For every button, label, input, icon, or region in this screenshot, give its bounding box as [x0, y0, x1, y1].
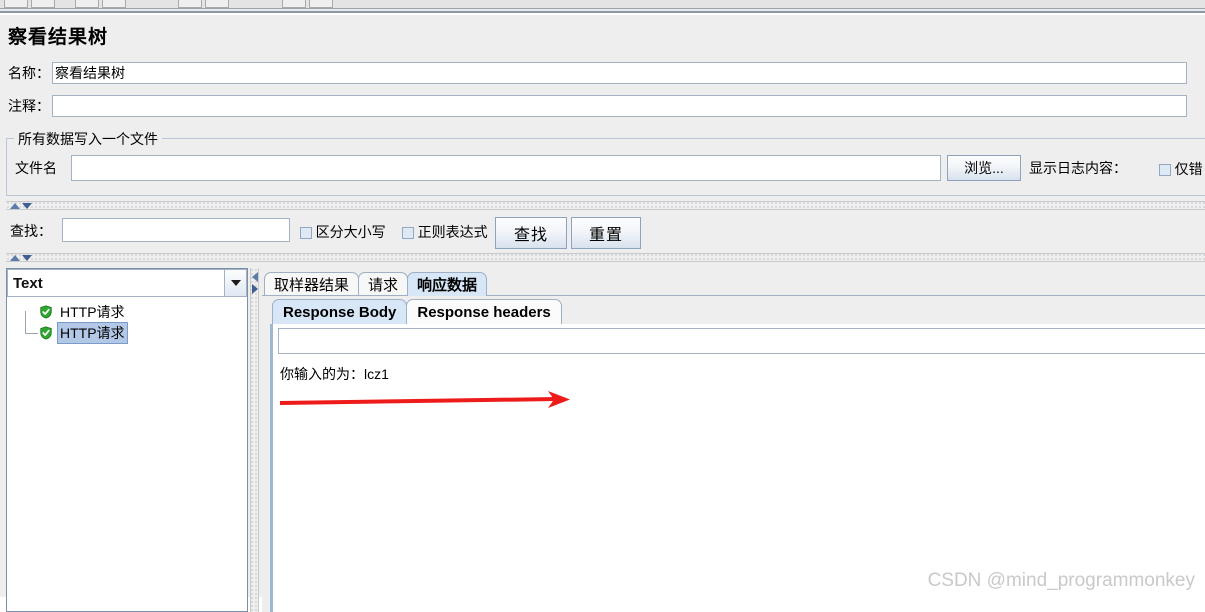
toolbar-group-4[interactable]	[282, 0, 333, 8]
case-sensitive-label: 区分大小写	[315, 224, 386, 240]
tree-elbow-icon	[25, 322, 38, 334]
log-display-label: 显示日志内容：	[1029, 160, 1127, 176]
tree-node-label: HTTP请求	[60, 303, 125, 320]
tab-request[interactable]: 请求	[358, 272, 409, 296]
search-bar: 查找： 区分大小写 正则表达式 查找 重置	[8, 208, 1205, 250]
filename-input[interactable]	[71, 155, 941, 181]
name-row: 名称：	[8, 60, 1205, 86]
chevron-down-glyph	[230, 280, 241, 286]
result-tabs-underline	[262, 295, 1205, 296]
tab-sampler-result[interactable]: 取样器结果	[264, 272, 360, 296]
renderer-dropdown-value: Text	[13, 274, 43, 292]
watermark: CSDN @mind_programmonkey	[927, 570, 1195, 591]
write-all-data-group-title: 所有数据写入一个文件	[14, 129, 162, 149]
filename-label: 文件名	[15, 160, 57, 176]
horizontal-splitter-bottom[interactable]	[6, 253, 1205, 262]
reset-button[interactable]: 重置	[571, 217, 641, 249]
case-sensitive-checkbox[interactable]: 区分大小写	[300, 222, 386, 242]
toolbar-separator	[0, 9, 1205, 13]
name-input[interactable]	[52, 62, 1187, 84]
splitter2-collapse-down-icon[interactable]	[22, 255, 32, 261]
write-all-data-group: 所有数据写入一个文件 文件名 浏览... 显示日志内容： 仅错	[6, 129, 1205, 196]
toolbar-button[interactable]	[31, 0, 55, 8]
view-results-tree-panel: 察看结果树 名称： 注释： 所有数据写入一个文件 文件名 浏览... 显示日志内…	[0, 15, 1205, 612]
errors-only-checkbox-box[interactable]	[1159, 164, 1171, 176]
find-label: 查找：	[10, 223, 52, 239]
comment-input[interactable]	[52, 95, 1187, 117]
tree-node-label-selected: HTTP请求	[57, 321, 128, 344]
comment-row: 注释：	[8, 93, 1205, 119]
tree-elbow-icon	[25, 311, 38, 322]
green-shield-check-icon	[40, 304, 52, 319]
browse-button[interactable]: 浏览...	[947, 155, 1021, 181]
toolbar-group-3[interactable]	[178, 0, 229, 8]
splitter2-collapse-up-icon[interactable]	[10, 255, 20, 261]
red-arrow-annotation-icon	[279, 391, 570, 408]
tab-response-data[interactable]: 响应数据	[407, 272, 488, 296]
errors-only-label: 仅错	[1174, 161, 1203, 177]
response-body-area: 你输入的为：lcz1	[270, 324, 1205, 612]
comment-label: 注释：	[8, 98, 50, 114]
toolbar-group-1[interactable]	[4, 0, 55, 8]
main-toolbar[interactable]	[0, 0, 1205, 9]
results-tree-panel[interactable]: Text HTTP请求 HTTP请求	[6, 268, 248, 612]
chevron-down-icon[interactable]	[224, 270, 246, 296]
subtab-response-body[interactable]: Response Body	[272, 299, 408, 324]
regex-label: 正则表达式	[417, 224, 488, 240]
response-subtabs[interactable]: Response Body Response headers	[272, 298, 562, 324]
find-input[interactable]	[62, 218, 290, 242]
sample-result-tree[interactable]: HTTP请求 HTTP请求	[7, 301, 247, 344]
regex-checkbox-box[interactable]	[402, 227, 414, 239]
vertical-splitter[interactable]	[250, 268, 259, 612]
subtab-response-headers[interactable]: Response headers	[406, 299, 562, 324]
page-title: 察看结果树	[8, 27, 109, 48]
vsplitter-collapse-right-icon[interactable]	[252, 284, 258, 294]
regex-checkbox[interactable]: 正则表达式	[402, 222, 488, 242]
result-tabs[interactable]: 取样器结果 请求 响应数据	[264, 271, 488, 296]
response-body-search-input[interactable]	[278, 328, 1205, 354]
vsplitter-collapse-left-icon[interactable]	[252, 272, 258, 282]
tree-node-http-request-2[interactable]: HTTP请求	[7, 321, 247, 344]
case-sensitive-checkbox-box[interactable]	[300, 227, 312, 239]
toolbar-button[interactable]	[178, 0, 202, 8]
toolbar-button[interactable]	[75, 0, 99, 8]
toolbar-button[interactable]	[102, 0, 126, 8]
find-button[interactable]: 查找	[495, 217, 567, 249]
toolbar-group-2[interactable]	[75, 0, 126, 8]
toolbar-button[interactable]	[4, 0, 28, 8]
toolbar-button[interactable]	[282, 0, 306, 8]
renderer-dropdown[interactable]: Text	[7, 269, 247, 297]
toolbar-button[interactable]	[205, 0, 229, 8]
name-label: 名称：	[8, 65, 50, 81]
sample-result-view: 取样器结果 请求 响应数据 Response Body Response hea…	[262, 268, 1205, 612]
errors-only-checkbox[interactable]: 仅错	[1159, 159, 1203, 179]
response-body-text: 你输入的为：lcz1	[280, 366, 389, 382]
toolbar-button[interactable]	[309, 0, 333, 8]
green-shield-check-icon	[40, 325, 52, 340]
tree-node-http-request-1[interactable]: HTTP请求	[7, 301, 247, 322]
